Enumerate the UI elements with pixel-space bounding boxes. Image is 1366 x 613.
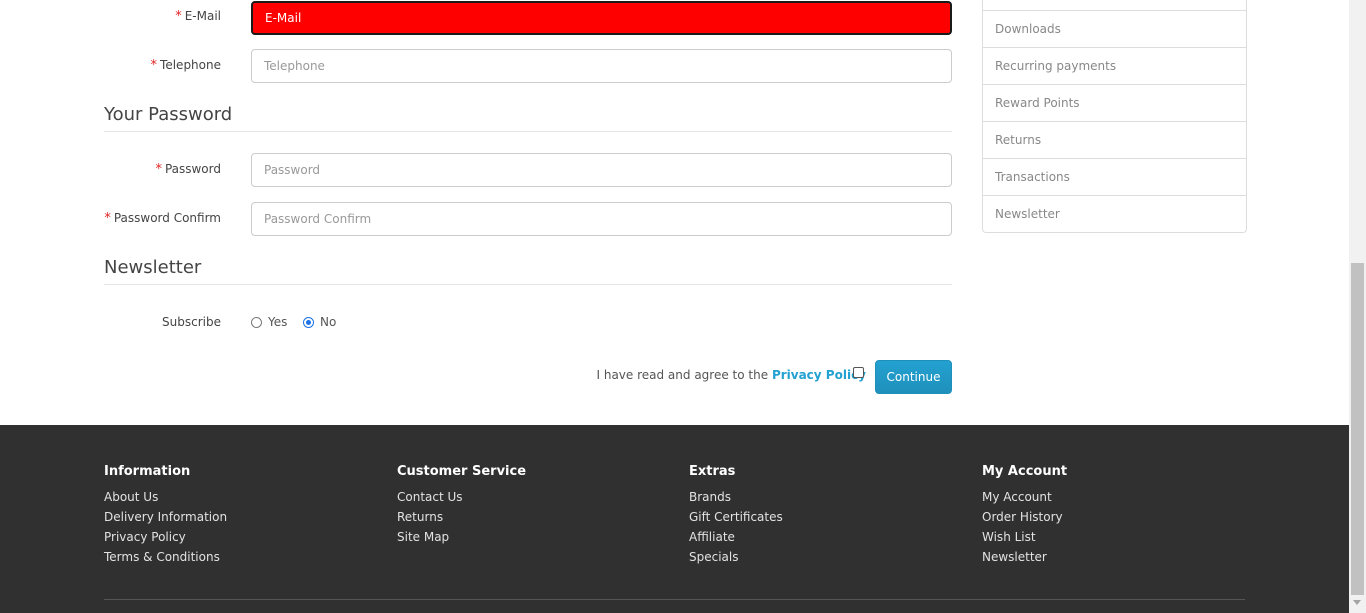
- footer-link[interactable]: Wish List: [982, 527, 1067, 547]
- account-menu-item-recurring-payments[interactable]: Recurring payments: [983, 47, 1246, 84]
- footer-link[interactable]: About Us: [104, 487, 227, 507]
- subscribe-no-label: No: [320, 315, 337, 329]
- email-label-text: E-Mail: [184, 9, 221, 23]
- password-section-heading: Your Password: [104, 104, 952, 132]
- password-label: * Password: [100, 162, 221, 177]
- subscribe-no-radio[interactable]: [303, 316, 314, 328]
- footer-heading: Customer Service: [397, 464, 527, 479]
- account-menu-item-newsletter[interactable]: Newsletter: [983, 195, 1246, 232]
- telephone-label: * Telephone: [100, 58, 221, 73]
- required-mark: *: [150, 58, 158, 73]
- account-menu-item-downloads[interactable]: Downloads: [983, 10, 1246, 47]
- footer-column-information: Information About Us Delivery Informatio…: [104, 464, 227, 567]
- footer-link[interactable]: Privacy Policy: [104, 527, 227, 547]
- required-mark: *: [155, 162, 162, 177]
- footer-link[interactable]: My Account: [982, 487, 1067, 507]
- scrollbar-thumb[interactable]: [1351, 263, 1364, 595]
- email-label: * E-Mail: [100, 9, 221, 24]
- footer-column-customer-service: Customer Service Contact Us Returns Site…: [397, 464, 526, 547]
- footer-heading: My Account: [982, 464, 1068, 479]
- footer-link[interactable]: Specials: [689, 547, 783, 567]
- account-menu-item-returns[interactable]: Returns: [983, 121, 1246, 158]
- footer-link[interactable]: Returns: [397, 507, 526, 527]
- footer-link[interactable]: Order History: [982, 507, 1067, 527]
- footer-heading: Extras: [689, 464, 736, 479]
- footer-link[interactable]: Delivery Information: [104, 507, 227, 527]
- footer-divider: [104, 599, 1245, 600]
- subscribe-yes-radio[interactable]: [251, 316, 262, 328]
- subscribe-yes-option[interactable]: Yes: [251, 315, 287, 329]
- password-confirm-label-text: Password Confirm: [113, 211, 221, 225]
- password-confirm-label: * Password Confirm: [100, 211, 221, 226]
- required-mark: *: [175, 9, 182, 24]
- account-menu-item[interactable]: [983, 0, 1246, 10]
- footer-link[interactable]: Newsletter: [982, 547, 1067, 567]
- scroll-down-arrow-icon[interactable]: [1353, 600, 1361, 605]
- account-menu: Downloads Recurring payments Reward Poin…: [982, 0, 1247, 233]
- footer-column-extras: Extras Brands Gift Certificates Affiliat…: [689, 464, 783, 567]
- account-menu-item-reward-points[interactable]: Reward Points: [983, 84, 1246, 121]
- footer-link[interactable]: Site Map: [397, 527, 526, 547]
- footer-link[interactable]: Gift Certificates: [689, 507, 783, 527]
- privacy-policy-link[interactable]: Privacy Policy: [772, 368, 866, 382]
- password-field[interactable]: [251, 153, 952, 187]
- password-label-text: Password: [164, 162, 221, 176]
- footer-link[interactable]: Affiliate: [689, 527, 783, 547]
- subscribe-no-option[interactable]: No: [303, 315, 336, 329]
- subscribe-yes-label: Yes: [268, 315, 288, 329]
- privacy-agreement: I have read and agree to the Privacy Pol…: [560, 368, 866, 382]
- newsletter-section-heading: Newsletter: [104, 257, 952, 285]
- footer-link[interactable]: Terms & Conditions: [104, 547, 227, 567]
- footer-heading: Information: [104, 464, 191, 479]
- password-confirm-field[interactable]: [251, 202, 952, 236]
- account-menu-item-transactions[interactable]: Transactions: [983, 158, 1246, 195]
- email-field[interactable]: [251, 1, 952, 35]
- agree-text: I have read and agree to the: [596, 368, 769, 382]
- footer-link[interactable]: Contact Us: [397, 487, 526, 507]
- continue-button[interactable]: Continue: [875, 360, 952, 394]
- required-mark: *: [104, 211, 111, 226]
- telephone-field[interactable]: [251, 49, 952, 83]
- agree-checkbox[interactable]: [853, 367, 864, 378]
- footer-link[interactable]: Brands: [689, 487, 783, 507]
- footer-column-my-account: My Account My Account Order History Wish…: [982, 464, 1067, 567]
- telephone-label-text: Telephone: [160, 58, 221, 72]
- subscribe-label: Subscribe: [162, 315, 221, 329]
